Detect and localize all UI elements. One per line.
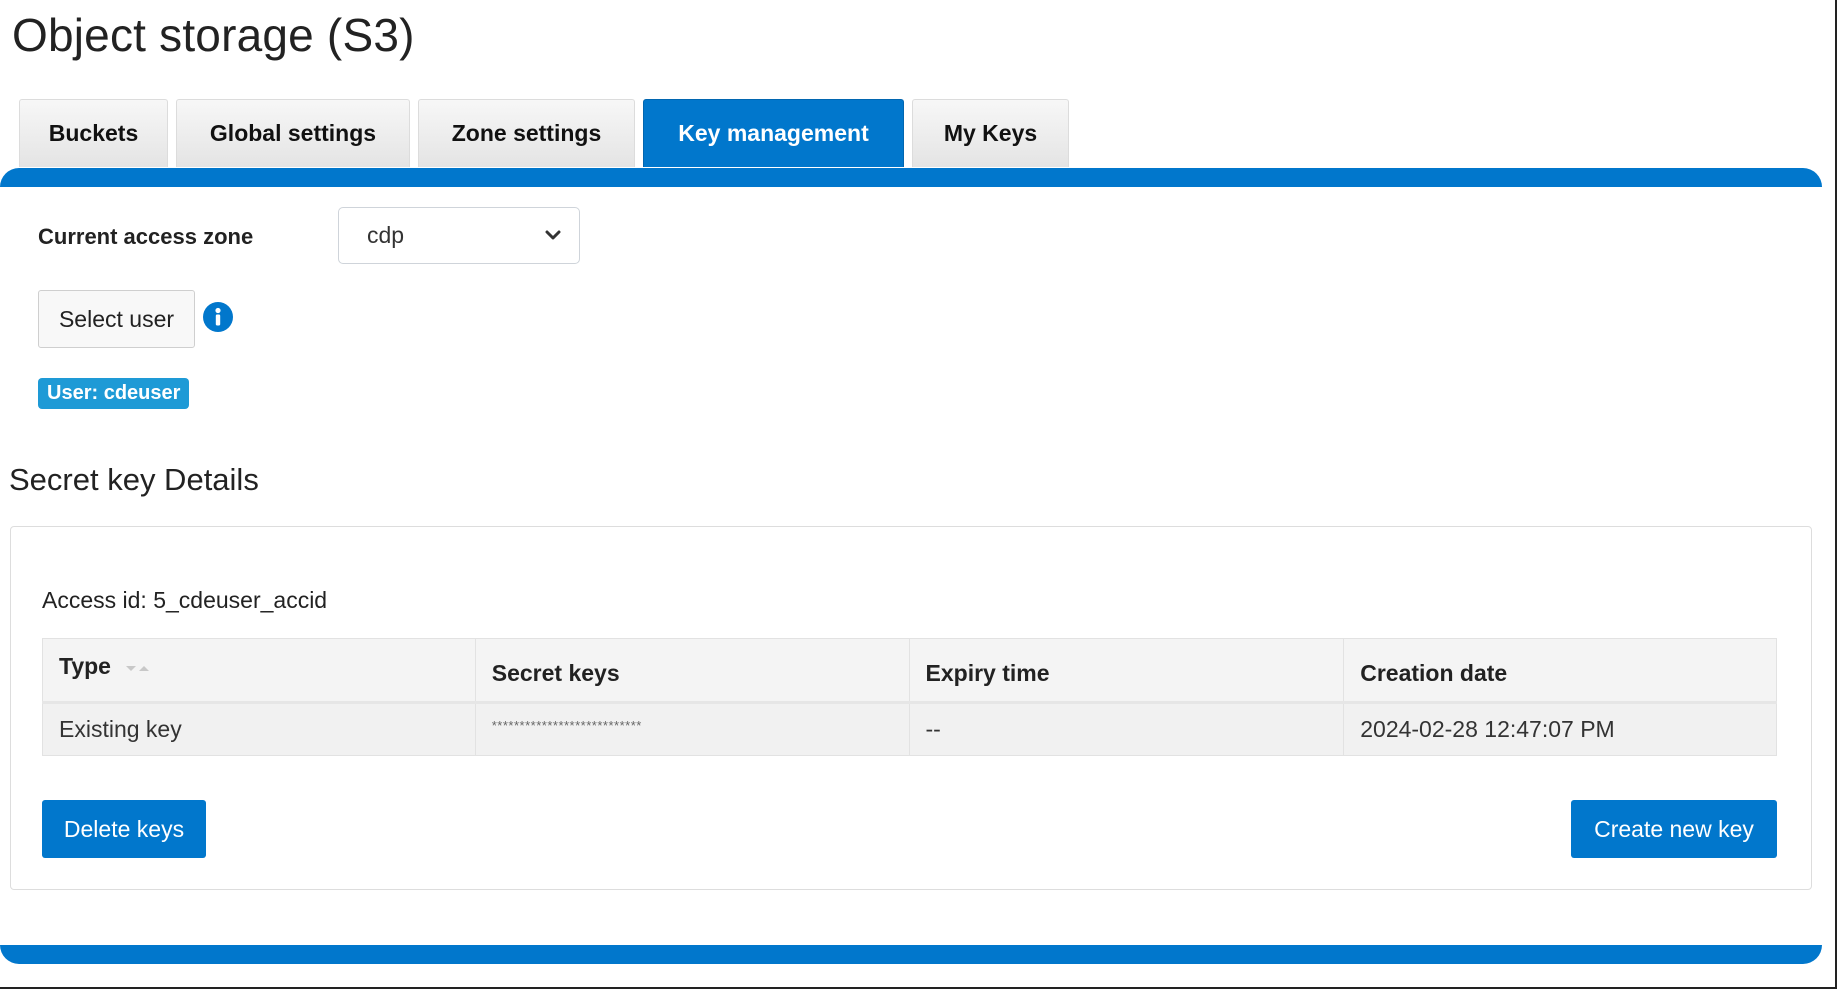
- table-row[interactable]: Existing key ***************************…: [42, 702, 1777, 756]
- page-title: Object storage (S3): [12, 9, 415, 61]
- access-zone-select[interactable]: cdp: [338, 207, 580, 264]
- column-header-secret-keys: Secret keys: [474, 638, 910, 703]
- column-header-expiry-time: Expiry time: [908, 638, 1345, 703]
- table-header-row: Type Secret keys Expiry time Creation da…: [42, 638, 1777, 703]
- secret-key-details-title: Secret key Details: [9, 462, 259, 497]
- access-zone-label: Current access zone: [38, 224, 254, 249]
- tab-zone-settings[interactable]: Zone settings: [418, 99, 635, 167]
- tab-content-top-bar: [0, 168, 1822, 187]
- cell-secret-key: ***************************: [474, 702, 910, 756]
- create-new-key-button[interactable]: Create new key: [1571, 800, 1777, 858]
- tab-key-management[interactable]: Key management: [643, 99, 904, 167]
- cell-expiry-time: --: [908, 702, 1345, 756]
- column-header-creation-date: Creation date: [1343, 638, 1777, 703]
- tab-buckets[interactable]: Buckets: [19, 99, 168, 167]
- tab-content-bottom-bar: [0, 945, 1822, 964]
- access-id-text: Access id: 5_cdeuser_accid: [42, 587, 328, 613]
- user-badge: User: cdeuser: [38, 378, 190, 409]
- sort-icon[interactable]: [125, 663, 151, 673]
- tab-global-settings[interactable]: Global settings: [176, 99, 410, 167]
- column-header-type[interactable]: Type: [42, 638, 476, 703]
- secret-keys-table: Type Secret keys Expiry time Creation da…: [42, 638, 1777, 756]
- cell-creation-date: 2024-02-28 12:47:07 PM: [1343, 702, 1777, 756]
- info-icon[interactable]: [203, 302, 233, 332]
- chevron-down-icon: [545, 230, 561, 239]
- access-zone-selected-value: cdp: [367, 222, 405, 248]
- cell-type: Existing key: [42, 702, 476, 756]
- tab-bar: Buckets Global settings Zone settings Ke…: [19, 99, 1069, 167]
- select-user-button[interactable]: Select user: [38, 290, 195, 348]
- delete-keys-button[interactable]: Delete keys: [42, 800, 206, 858]
- tab-my-keys[interactable]: My Keys: [912, 99, 1069, 167]
